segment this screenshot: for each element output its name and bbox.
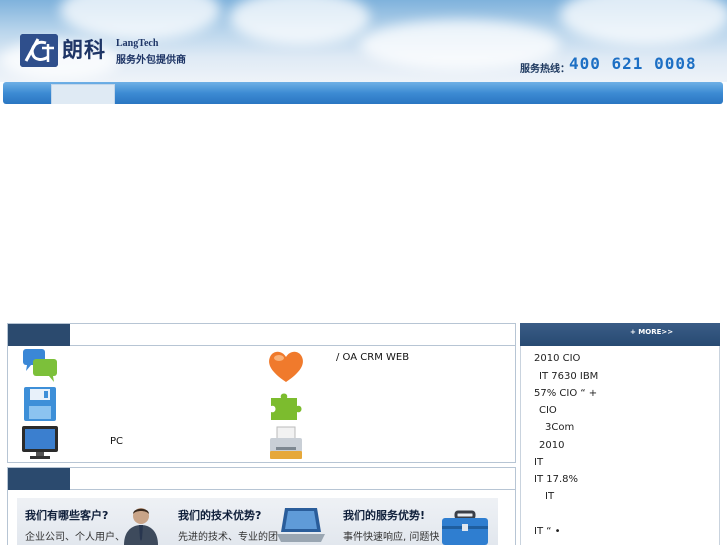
banner-tech-title[interactable]: 我们的技术优势?: [178, 507, 261, 523]
banner-clients-text: 企业公司、个人用户、: [25, 532, 125, 543]
news-item[interactable]: IT “ •: [534, 526, 561, 537]
chat-bubbles-icon[interactable]: [21, 347, 59, 383]
hotline-number: 400 621 0008: [569, 54, 697, 73]
banner-clients-title[interactable]: 我们有哪些客户?: [25, 507, 108, 523]
nav-item-active[interactable]: [51, 84, 115, 104]
services-panel-tab[interactable]: [8, 324, 70, 346]
news-item[interactable]: 2010: [539, 440, 564, 451]
businessman-icon: [120, 505, 162, 545]
heart-icon[interactable]: [267, 348, 305, 384]
services-panel: [7, 323, 516, 463]
news-item[interactable]: 3Com: [545, 422, 574, 433]
floppy-disk-icon[interactable]: [23, 386, 57, 422]
brand-english-name: LangTech: [116, 38, 159, 49]
news-item[interactable]: IT: [545, 491, 554, 502]
news-item[interactable]: 2010 CIO: [534, 353, 580, 364]
services-panel-header-line: [70, 345, 515, 346]
news-item[interactable]: IT 17.8%: [534, 474, 578, 485]
banner-tech-text: 先进的技术、专业的团: [178, 532, 278, 543]
solutions-panel-header-line: [70, 489, 515, 490]
news-item[interactable]: IT 7630 IBM: [539, 371, 598, 382]
news-item[interactable]: 57% CIO “ +: [534, 388, 597, 399]
toolbox-icon: [440, 510, 490, 545]
banner-service-text: 事件快速响应, 问题快: [343, 532, 440, 543]
news-panel-header: [520, 323, 720, 346]
hotline-label: 服务热线：: [520, 64, 570, 75]
laptop-icon: [275, 506, 327, 545]
puzzle-piece-icon[interactable]: [267, 386, 305, 422]
service-item-pc: PC: [110, 436, 124, 447]
monitor-icon[interactable]: [21, 425, 59, 461]
brand-name: 朗科: [62, 37, 106, 62]
service-item-chain: / OA CRM WEB: [336, 352, 410, 363]
banner-service-title[interactable]: 我们的服务优势!: [343, 507, 425, 523]
printer-icon[interactable]: [268, 425, 304, 461]
solutions-panel-tab[interactable]: [8, 468, 70, 490]
page: 朗科 LangTech 服务外包提供商 服务热线： 400 621 0008 P…: [0, 0, 727, 545]
site-header: 朗科 LangTech 服务外包提供商 服务热线： 400 621 0008: [0, 0, 727, 82]
news-item[interactable]: CIO: [539, 405, 557, 416]
more-link[interactable]: + MORE>>: [630, 328, 673, 336]
news-item[interactable]: IT: [534, 457, 543, 468]
brand-slogan: 服务外包提供商: [116, 55, 186, 66]
langtech-logo-icon[interactable]: [20, 34, 58, 67]
